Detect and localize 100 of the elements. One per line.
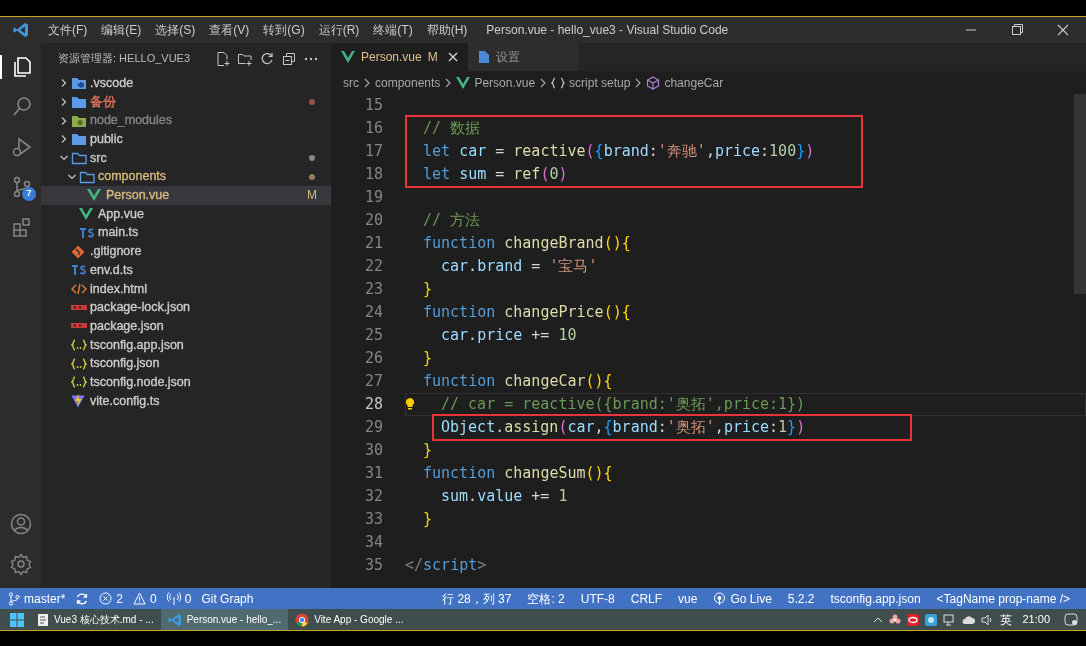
input-method-indicator[interactable]: 英: [1000, 610, 1013, 629]
status-item[interactable]: 0: [166, 589, 192, 608]
line-number: 28: [363, 394, 383, 416]
vue-icon: [341, 51, 355, 63]
status-item[interactable]: 空格: 2: [527, 589, 565, 608]
menu-item[interactable]: 运行(R): [311, 21, 367, 39]
line-number: 19: [363, 187, 383, 209]
taskbar-app[interactable]: Person.vue - hello_...: [160, 609, 289, 630]
collapse-all-icon[interactable]: [281, 50, 297, 67]
tree-item[interactable]: package-lock.json: [41, 298, 331, 317]
taskbar-label: Vue3 核心技术.md - ...: [54, 613, 154, 627]
status-item[interactable]: tsconfig.app.json: [830, 589, 921, 608]
tree-item[interactable]: tsconfig.app.json: [41, 335, 331, 355]
refresh-icon[interactable]: [259, 50, 275, 67]
line-number: 17: [363, 141, 383, 163]
code-line: </script>: [405, 555, 487, 577]
line-number: 31: [363, 463, 383, 485]
network-icon[interactable]: [943, 613, 957, 626]
status-item[interactable]: <TagName prop-name />: [936, 589, 1070, 608]
new-file-icon[interactable]: [215, 50, 231, 67]
tab-label: 设置: [495, 49, 520, 66]
tree-item[interactable]: .gitignore: [41, 242, 331, 261]
menu-item[interactable]: 查看(V): [202, 21, 257, 39]
status-item[interactable]: vue: [678, 589, 698, 608]
menu-item[interactable]: 文件(F): [41, 21, 95, 39]
taskbar-app[interactable]: Vite App - Google ...: [288, 609, 411, 630]
breadcrumb-item[interactable]: Person.vue: [474, 73, 536, 92]
code-line: car.brand = '宝马': [441, 256, 598, 278]
tree-item[interactable]: App.vue: [41, 204, 331, 224]
clock[interactable]: 21:00: [1022, 611, 1050, 628]
code-line: function changePrice(){: [423, 302, 631, 324]
explorer-title: 资源管理器: HELLO_VUE3: [58, 51, 191, 67]
tree-item[interactable]: 备份: [41, 92, 331, 112]
menu-item[interactable]: 终端(T): [366, 21, 420, 39]
tree-item[interactable]: env.d.ts: [41, 260, 331, 280]
line-number: 35: [363, 555, 383, 577]
tree-item[interactable]: main.ts: [41, 223, 331, 243]
folder-icon: [71, 113, 87, 128]
line-number: 24: [363, 302, 383, 324]
code-line: // car = reactive({brand:'奥拓',price:1}): [441, 394, 806, 416]
close-icon[interactable]: [447, 52, 458, 62]
settings-icon[interactable]: [8, 552, 33, 576]
status-item[interactable]: 5.2.2: [787, 589, 815, 608]
menu-item[interactable]: 编辑(E): [94, 21, 149, 39]
menu-item[interactable]: 帮助(H): [419, 21, 475, 39]
tree-item[interactable]: components: [41, 167, 331, 187]
sync-icon[interactable]: [75, 591, 90, 606]
git-status-label: M: [427, 49, 438, 66]
menu-item[interactable]: 选择(S): [148, 21, 203, 39]
status-item[interactable]: CRLF: [630, 589, 663, 608]
npm-icon: [71, 303, 87, 312]
ring-app-icon[interactable]: [907, 613, 920, 626]
status-item[interactable]: 行 28，列 37: [442, 589, 512, 608]
status-item[interactable]: 0: [133, 589, 157, 608]
tree-item[interactable]: tsconfig.json: [41, 354, 331, 373]
folder-icon: [71, 76, 87, 91]
git-status-label: M: [307, 187, 317, 205]
cloud-icon[interactable]: [962, 613, 976, 626]
status-item[interactable]: Go Live: [713, 589, 772, 608]
editor-tab[interactable]: 设置: [467, 43, 578, 71]
tree-item[interactable]: Person.vue M: [41, 186, 331, 205]
vite-icon: [71, 394, 85, 409]
tree-item[interactable]: node_modules: [41, 111, 331, 131]
status-item[interactable]: UTF-8: [580, 589, 615, 608]
tree-item[interactable]: src: [41, 148, 331, 168]
status-item[interactable]: Git Graph: [201, 589, 254, 608]
file-name: components: [98, 168, 167, 186]
status-item[interactable]: master*: [8, 589, 66, 608]
tree-item[interactable]: package.json: [41, 316, 331, 336]
folder-icon: [79, 169, 95, 184]
npm-icon: [71, 322, 87, 331]
editor-tab[interactable]: Person.vue M: [331, 43, 468, 71]
account-icon[interactable]: [8, 512, 33, 536]
breadcrumb-item[interactable]: src: [343, 73, 359, 92]
line-number: 30: [363, 440, 383, 462]
code-line: Object.assign(car,{brand:'奥拓',price:1}): [441, 417, 806, 439]
tree-item[interactable]: index.html: [41, 279, 331, 299]
tree-item[interactable]: vite.config.ts: [41, 391, 331, 411]
lightbulb-icon[interactable]: [404, 397, 416, 411]
vscode-logo-icon: [12, 22, 29, 38]
chevron-up-icon[interactable]: [873, 615, 884, 624]
breadcrumb-item[interactable]: changeCar: [664, 73, 724, 92]
file-name: package.json: [90, 317, 164, 335]
breadcrumb-item[interactable]: components: [375, 73, 441, 92]
code-line: let sum = ref(0): [423, 164, 568, 186]
tree-item[interactable]: .vscode: [41, 74, 331, 93]
file-name: .gitignore: [90, 243, 142, 261]
breadcrumb-item[interactable]: script setup: [569, 73, 631, 92]
git-icon: [71, 244, 85, 259]
line-number: 26: [363, 348, 383, 370]
browser-icon: [295, 612, 310, 627]
tree-item[interactable]: public: [41, 130, 331, 149]
line-number: 33: [363, 509, 383, 531]
status-item[interactable]: 2: [99, 589, 124, 608]
taskbar-app[interactable]: Vue3 核心技术.md - ...: [30, 609, 161, 630]
notification-icon[interactable]: [1064, 613, 1078, 626]
tree-item[interactable]: tsconfig.node.json: [41, 373, 331, 392]
flower-icon[interactable]: [889, 613, 902, 626]
code-line: function changeSum(){: [423, 463, 613, 485]
menu-item[interactable]: 转到(G): [256, 21, 312, 39]
